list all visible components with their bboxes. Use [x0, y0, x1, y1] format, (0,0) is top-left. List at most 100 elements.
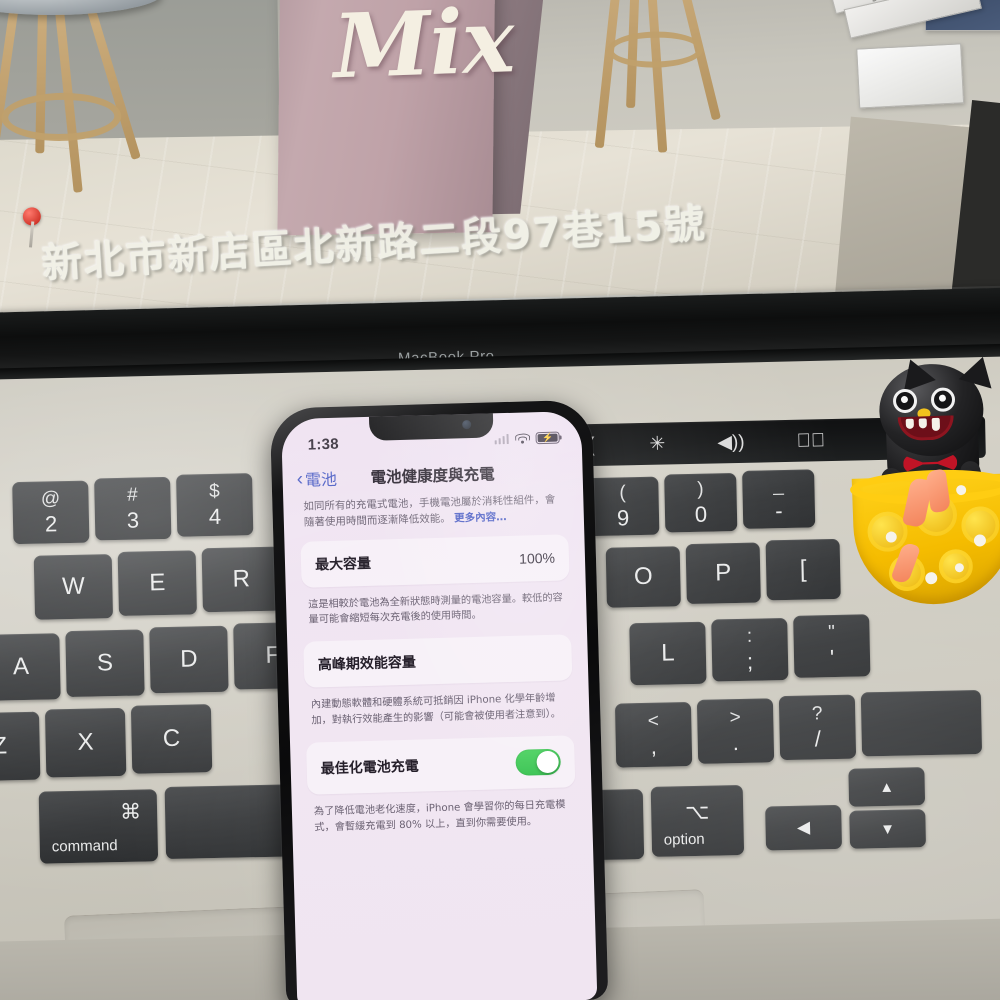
key-option-right-label: option [663, 830, 705, 849]
key-command-left[interactable]: ⌘ command [38, 789, 159, 864]
key-period-shift: > [729, 706, 742, 728]
peak-performance-row[interactable]: 高峰期效能容量 [303, 634, 572, 687]
key-c-label: C [162, 724, 181, 753]
key-p-label: P [714, 559, 732, 587]
key-quote-shift: " [827, 621, 836, 643]
iphone-device: 1:38 ⚡ ‹ 電池 電池健康度與充電 如同所有的充電式電池，手機電池屬於消耗… [269, 399, 609, 1000]
optimized-charging-toggle[interactable] [515, 748, 562, 776]
key-2-shift: @ [40, 487, 61, 510]
cat-ear-right [958, 352, 1000, 389]
key-d[interactable]: D [149, 625, 229, 694]
key-a[interactable]: A [0, 633, 61, 701]
front-camera-icon [462, 419, 472, 430]
bar-stool-left [0, 0, 165, 193]
key-x[interactable]: X [44, 707, 127, 778]
intro-paragraph: 如同所有的充電式電池，手機電池屬於消耗性組件，會隨著使用時間而逐漸降低效能。 更… [299, 487, 568, 541]
key-minus-shift: _ [772, 474, 784, 496]
cat-tooth [918, 418, 927, 429]
key-o[interactable]: O [605, 546, 681, 608]
key-s-label: S [96, 649, 114, 677]
key-0-shift: ) [697, 478, 704, 500]
page-title: 電池健康度與充電 [370, 465, 495, 487]
key-4-base: 4 [208, 503, 222, 529]
key-w[interactable]: W [33, 554, 114, 620]
key-d-label: D [179, 645, 198, 673]
key-a-label: A [12, 652, 30, 681]
key-quote[interactable]: " ' [793, 614, 871, 678]
key-x-label: X [77, 728, 94, 756]
key-comma[interactable]: < , [614, 702, 693, 768]
peak-performance-note: 內建動態軟體和硬體系統可抵銷因 iPhone 化學年齡增加，對執行效能產生的影響… [310, 692, 562, 727]
key-bracket-label: [ [799, 555, 807, 583]
key-s[interactable]: S [65, 629, 145, 698]
optimized-charging-note: 為了降低電池老化速度，iPhone 會學習你的每日充電模式，會暫緩充電到 80%… [313, 799, 566, 834]
key-r-label: R [232, 565, 251, 593]
iphone-screen[interactable]: 1:38 ⚡ ‹ 電池 電池健康度與充電 如同所有的充電式電池，手機電池屬於消耗… [280, 410, 598, 1000]
key-2[interactable]: @ 2 [12, 480, 90, 545]
key-slash[interactable]: ? / [778, 694, 857, 761]
key-comma-base: , [650, 733, 658, 759]
cat-tooth [905, 418, 915, 429]
key-arrow-down[interactable]: ▼ [849, 809, 927, 849]
key-l[interactable]: L [629, 621, 707, 686]
maximum-capacity-value: 100% [518, 549, 556, 567]
key-9-shift: ( [619, 481, 626, 503]
key-minus[interactable]: _ - [742, 469, 816, 529]
key-option-right[interactable]: ⌥ option [650, 784, 745, 857]
command-glyph-icon: ⌘ [119, 800, 142, 824]
key-3-base: 3 [126, 507, 140, 533]
iphone-notch [368, 411, 494, 441]
optimized-charging-row[interactable]: 最佳化電池充電 [306, 735, 575, 794]
maximum-capacity-row[interactable]: 最大容量 100% [300, 534, 569, 587]
key-semicolon-base: ; [746, 648, 754, 674]
key-z[interactable]: Z [0, 711, 41, 782]
key-arrow-left[interactable]: ◀ [765, 804, 843, 851]
key-4[interactable]: $ 4 [176, 473, 254, 537]
store-photo: Mix SAMSUNG 新北市新店區北新路二段97巷15號 [0, 0, 1000, 318]
key-z-label: Z [0, 732, 8, 760]
key-3[interactable]: # 3 [94, 476, 172, 541]
key-slash-base: / [814, 725, 822, 751]
key-l-label: L [660, 639, 675, 667]
arrow-down-icon: ▼ [880, 820, 896, 838]
status-time: 1:38 [307, 435, 340, 454]
option-glyph-icon: ⌥ [684, 800, 710, 825]
peak-performance-label: 高峰期效能容量 [317, 654, 417, 674]
key-9-base: 9 [616, 504, 630, 531]
key-comma-shift: < [647, 710, 660, 732]
key-0[interactable]: ) 0 [664, 473, 738, 533]
maximum-capacity-card[interactable]: 最大容量 100% [300, 533, 570, 588]
key-9[interactable]: ( 9 [586, 476, 660, 537]
arrow-left-icon: ◀ [796, 817, 811, 837]
key-slash-shift: ? [811, 702, 823, 724]
key-shift-right[interactable] [860, 689, 983, 757]
volume-mute-icon[interactable]: ◀⃠ [796, 430, 825, 452]
key-c[interactable]: C [130, 704, 213, 774]
maximum-capacity-label: 最大容量 [314, 555, 372, 573]
key-period-base: . [732, 729, 740, 755]
key-e[interactable]: E [117, 550, 197, 616]
status-icons: ⚡ [494, 431, 560, 446]
bar-stool-right [591, 0, 724, 153]
key-2-base: 2 [44, 510, 58, 536]
key-arrow-up[interactable]: ▲ [848, 767, 926, 807]
key-p[interactable]: P [685, 542, 761, 605]
key-r[interactable]: R [201, 546, 281, 613]
product-boxes-shelf: SAMSUNG [817, 0, 1000, 201]
key-semicolon[interactable]: : ; [711, 617, 789, 682]
key-period[interactable]: > . [696, 698, 775, 764]
key-command-left-label: command [51, 837, 118, 856]
cellular-signal-icon [494, 433, 509, 445]
cat-tooth [931, 417, 941, 432]
learn-more-link[interactable]: 更多內容… [454, 511, 507, 524]
key-minus-base: - [774, 497, 783, 523]
peak-performance-card[interactable]: 高峰期效能容量 [303, 634, 573, 688]
cat-ear-left [894, 353, 936, 392]
intro-text: 如同所有的充電式電池，手機電池屬於消耗性組件，會隨著使用時間而逐漸降低效能。 [303, 493, 556, 529]
brightness-icon[interactable]: ✳ [649, 433, 665, 454]
optimized-charging-card[interactable]: 最佳化電池充電 [306, 735, 576, 795]
key-0-base: 0 [694, 501, 708, 527]
black-cat-figurine [849, 352, 1000, 615]
volume-up-icon[interactable]: ◀)) [717, 431, 745, 453]
key-bracket-left[interactable]: [ [765, 538, 841, 601]
